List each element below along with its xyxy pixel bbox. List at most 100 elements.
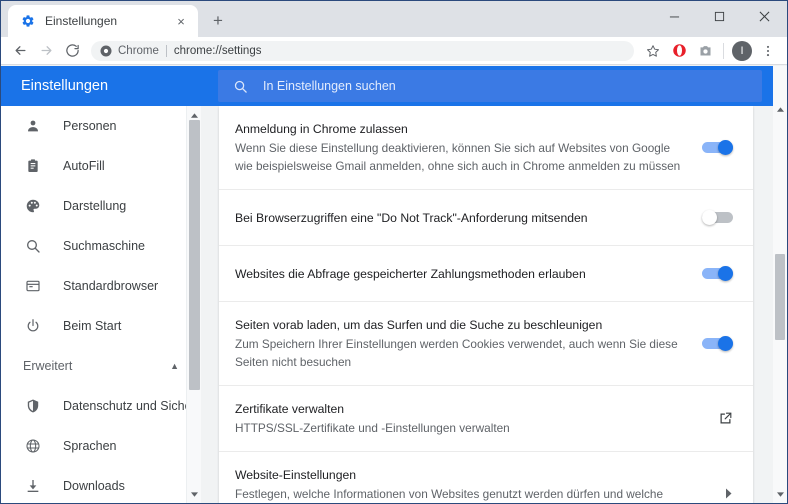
omnibox-url: chrome://settings: [173, 44, 262, 57]
settings-sidebar: Personen AutoFill Darstellung Suchmaschi…: [1, 106, 201, 503]
settings-gear-icon: [20, 13, 36, 29]
sidebar-section-erweitert[interactable]: Erweitert ▲: [1, 346, 201, 386]
content-scrollbar-thumb[interactable]: [775, 254, 785, 340]
scroll-down-icon[interactable]: [187, 487, 202, 501]
row-text: Anmeldung in Chrome zulassen Wenn Sie di…: [235, 120, 697, 175]
search-placeholder: In Einstellungen suchen: [263, 79, 396, 93]
palette-icon: [23, 196, 43, 216]
settings-header: Einstellungen In Einstellungen suchen: [1, 66, 774, 106]
toggle-seiten-vorab-laden[interactable]: [702, 336, 733, 351]
row-title: Bei Browserzugriffen eine "Do Not Track"…: [235, 210, 588, 225]
sidebar-item-datenschutz-und-sicherheit[interactable]: Datenschutz und Sicherheit: [1, 386, 201, 426]
reload-icon[interactable]: [59, 38, 85, 64]
browser-toolbar: Chrome chrome://settings I: [1, 37, 787, 65]
toggle-anmeldung-in-chrome[interactable]: [702, 140, 733, 155]
row-title: Zertifikate verwalten: [235, 402, 345, 416]
back-icon[interactable]: [7, 38, 33, 64]
row-control: [697, 266, 733, 281]
search-input[interactable]: In Einstellungen suchen: [218, 70, 762, 102]
setting-row-anmeldung-in-chrome-zulassen[interactable]: Anmeldung in Chrome zulassen Wenn Sie di…: [219, 106, 753, 190]
shield-icon: [23, 396, 43, 416]
chevron-up-icon: ▲: [170, 361, 179, 371]
omnibox-scheme-label: Chrome: [118, 44, 159, 57]
power-icon: [23, 316, 43, 336]
chrome-logo-icon: [100, 45, 112, 57]
browser-window-icon: [23, 276, 43, 296]
row-subtitle: HTTPS/SSL-Zertifikate und -Einstellungen…: [235, 421, 510, 435]
profile-avatar[interactable]: I: [729, 38, 755, 64]
new-tab-button[interactable]: +: [204, 7, 232, 35]
privacy-settings-card: Anmeldung in Chrome zulassen Wenn Sie di…: [219, 106, 753, 503]
sidebar-item-label: Suchmaschine: [63, 239, 145, 253]
sidebar-section-label: Erweitert: [23, 359, 73, 373]
row-subtitle: Festlegen, welche Informationen von Webs…: [235, 487, 664, 501]
toggle-zahlungsmethoden[interactable]: [702, 266, 733, 281]
close-window-button[interactable]: [742, 1, 787, 32]
row-title: Anmeldung in Chrome zulassen: [235, 122, 408, 136]
row-text: Seiten vorab laden, um das Surfen und di…: [235, 316, 697, 371]
setting-row-website-einstellungen[interactable]: Website-Einstellungen Festlegen, welche …: [219, 452, 753, 503]
bookmark-star-icon[interactable]: [640, 38, 666, 64]
row-control: [697, 411, 733, 426]
sidebar-item-label: AutoFill: [63, 159, 105, 173]
browser-window: Einstellungen × + Chrome chrome://settin…: [0, 0, 788, 504]
search-icon: [23, 236, 43, 256]
row-subtitle: Wenn Sie diese Einstellung deaktivieren,…: [235, 141, 681, 173]
minimize-button[interactable]: [652, 1, 697, 32]
sidebar-item-suchmaschine[interactable]: Suchmaschine: [1, 226, 201, 266]
row-text: Websites die Abfrage gespeicherter Zahlu…: [235, 265, 697, 283]
row-title: Seiten vorab laden, um das Surfen und di…: [235, 318, 603, 332]
toggle-knob: [718, 266, 733, 281]
sidebar-item-sprachen[interactable]: Sprachen: [1, 426, 201, 466]
tab-einstellungen[interactable]: Einstellungen ×: [8, 5, 198, 37]
toggle-knob: [718, 336, 733, 351]
omnibox-divider: [165, 44, 167, 57]
page-title: Einstellungen: [21, 78, 109, 94]
sidebar-item-autofill[interactable]: AutoFill: [1, 146, 201, 186]
extension-opera-icon[interactable]: [666, 38, 692, 64]
sidebar-scrollbar[interactable]: [186, 106, 201, 503]
toggle-do-not-track[interactable]: [702, 210, 733, 225]
setting-row-zertifikate-verwalten[interactable]: Zertifikate verwalten HTTPS/SSL-Zertifik…: [219, 386, 753, 452]
forward-icon[interactable]: [33, 38, 59, 64]
maximize-button[interactable]: [697, 1, 742, 32]
address-bar[interactable]: Chrome chrome://settings: [91, 40, 634, 61]
sidebar-item-standardbrowser[interactable]: Standardbrowser: [1, 266, 201, 306]
sidebar-item-beim-start[interactable]: Beim Start: [1, 306, 201, 346]
toggle-knob: [718, 140, 733, 155]
row-title: Website-Einstellungen: [235, 468, 357, 482]
scroll-down-icon[interactable]: [773, 487, 787, 501]
sidebar-item-label: Sprachen: [63, 439, 117, 453]
external-link-icon[interactable]: [718, 411, 733, 426]
chrome-menu-icon[interactable]: [755, 38, 781, 64]
sidebar-item-downloads[interactable]: Downloads: [1, 466, 201, 503]
row-text: Zertifikate verwalten HTTPS/SSL-Zertifik…: [235, 400, 697, 437]
sidebar-item-darstellung[interactable]: Darstellung: [1, 186, 201, 226]
sidebar-scrollbar-thumb[interactable]: [189, 120, 200, 390]
toggle-knob: [702, 210, 717, 225]
scroll-up-icon[interactable]: [773, 102, 787, 116]
row-control: [697, 336, 733, 351]
sidebar-item-label: Beim Start: [63, 319, 122, 333]
setting-row-seiten-vorab-laden[interactable]: Seiten vorab laden, um das Surfen und di…: [219, 302, 753, 386]
globe-icon: [23, 436, 43, 456]
person-icon: [23, 116, 43, 136]
sidebar-item-label: Datenschutz und Sicherheit: [63, 399, 201, 413]
download-icon: [23, 476, 43, 496]
tab-strip: Einstellungen × +: [1, 1, 787, 37]
row-text: Website-Einstellungen Festlegen, welche …: [235, 466, 697, 503]
chevron-right-icon[interactable]: [725, 488, 733, 499]
toolbar-right-actions: I: [640, 38, 781, 64]
content-scrollbar[interactable]: [773, 66, 787, 503]
screenshot-camera-icon[interactable]: [692, 38, 718, 64]
setting-row-do-not-track[interactable]: Bei Browserzugriffen eine "Do Not Track"…: [219, 190, 753, 246]
sidebar-item-label: Standardbrowser: [63, 279, 159, 293]
row-control: [697, 488, 733, 499]
setting-row-zahlungsmethoden[interactable]: Websites die Abfrage gespeicherter Zahlu…: [219, 246, 753, 302]
close-tab-icon[interactable]: ×: [172, 12, 190, 30]
sidebar-item-personen[interactable]: Personen: [1, 106, 201, 146]
sidebar-item-label: Darstellung: [63, 199, 127, 213]
settings-content: Anmeldung in Chrome zulassen Wenn Sie di…: [201, 106, 773, 503]
row-control: [697, 210, 733, 225]
sidebar-item-label: Personen: [63, 119, 117, 133]
